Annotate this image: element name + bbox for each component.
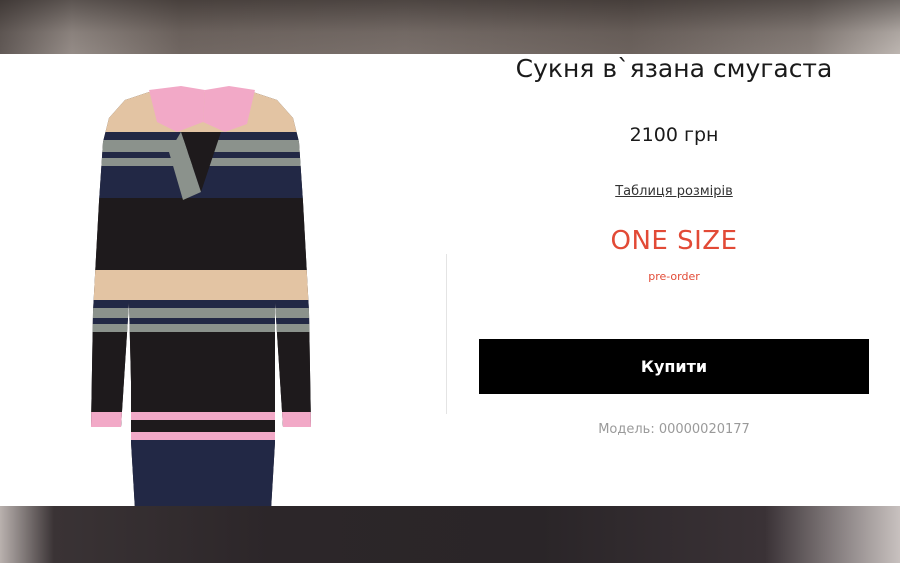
availability-label: pre-order — [648, 270, 700, 283]
blurred-background-bottom — [0, 506, 900, 563]
buy-button[interactable]: Купити — [479, 339, 869, 394]
blurred-background-top — [0, 0, 900, 54]
product-page: Сукня в`язана смугаста 2100 грн Таблиця … — [0, 54, 900, 510]
product-title: Сукня в`язана смугаста — [515, 54, 833, 83]
product-image — [91, 86, 311, 510]
product-price: 2100 грн — [629, 124, 719, 146]
divider — [446, 254, 447, 414]
size-option[interactable]: ONE SIZE — [448, 226, 900, 256]
model-number: Модель: 00000020177 — [598, 422, 750, 437]
size-table-link[interactable]: Таблиця розмірів — [448, 184, 900, 199]
product-info: Сукня в`язана смугаста 2100 грн Таблиця … — [448, 54, 900, 506]
